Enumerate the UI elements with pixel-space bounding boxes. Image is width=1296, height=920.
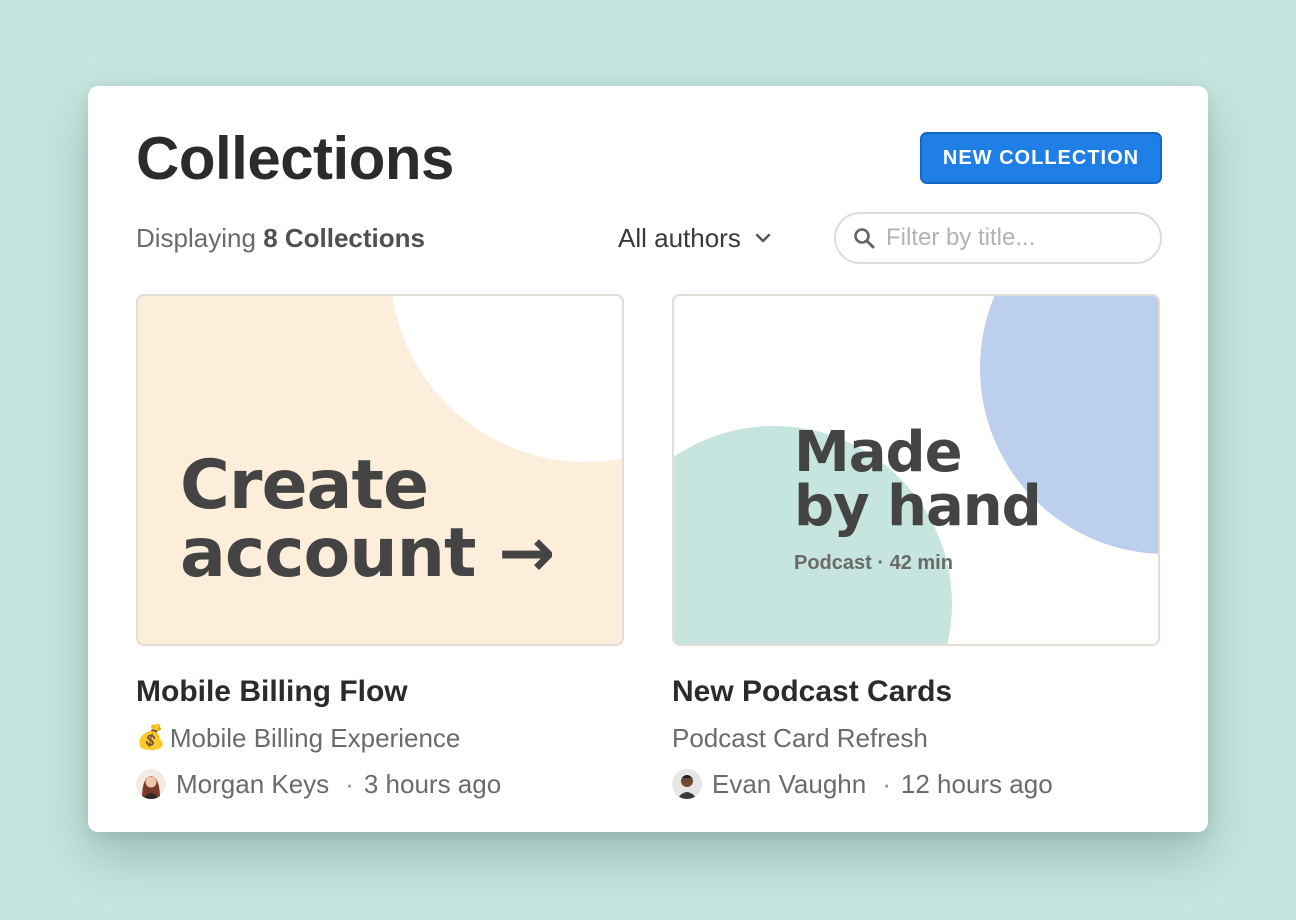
avatar [136, 769, 166, 799]
author-filter-dropdown[interactable]: All authors [618, 220, 771, 256]
project-name: Podcast Card Refresh [672, 723, 928, 753]
page-title: Collections [136, 125, 454, 192]
collection-count: Displaying 8 Collections [136, 222, 425, 254]
author-name: Evan Vaughn [712, 769, 867, 799]
filter-input[interactable] [886, 224, 1146, 252]
count-prefix: Displaying [136, 223, 256, 253]
collection-thumbnail[interactable]: Create account → [136, 294, 624, 646]
updated-time: 3 hours ago [363, 769, 502, 799]
author-filter-label: All authors [618, 222, 741, 253]
author-name: Morgan Keys [176, 769, 330, 799]
thumbnail-text: Made by hand [794, 420, 1042, 539]
collection-card[interactable]: Made by hand Podcast · 42 min New Podcas… [672, 294, 1160, 800]
project-name: Mobile Billing Experience [169, 723, 461, 753]
search-icon [854, 228, 875, 249]
collection-project: Podcast Card Refresh [672, 722, 1160, 754]
count-value: 8 Collections [263, 223, 426, 253]
collection-meta: Evan Vaughn · 12 hours ago [672, 768, 1160, 800]
collection-meta: Morgan Keys · 3 hours ago [136, 768, 624, 800]
money-bag-icon: 💰 [136, 724, 166, 751]
collections-panel: Collections NEW COLLECTION Displaying 8 … [88, 86, 1208, 832]
thumbnail-text: Create account → [180, 446, 555, 593]
thumbnail-subtext: Podcast · 42 min [794, 552, 953, 574]
updated-time: 12 hours ago [900, 769, 1053, 799]
new-collection-button[interactable]: NEW COLLECTION [920, 132, 1162, 184]
collection-title[interactable]: Mobile Billing Flow [136, 674, 624, 710]
collection-card[interactable]: Create account → Mobile Billing Flow 💰 M… [136, 294, 624, 800]
collection-project: 💰 Mobile Billing Experience [136, 722, 624, 754]
filter-search-box[interactable] [834, 212, 1162, 264]
chevron-down-icon [755, 233, 771, 243]
collection-thumbnail[interactable]: Made by hand Podcast · 42 min [672, 294, 1160, 646]
collection-title[interactable]: New Podcast Cards [672, 674, 1160, 710]
avatar [672, 769, 702, 799]
